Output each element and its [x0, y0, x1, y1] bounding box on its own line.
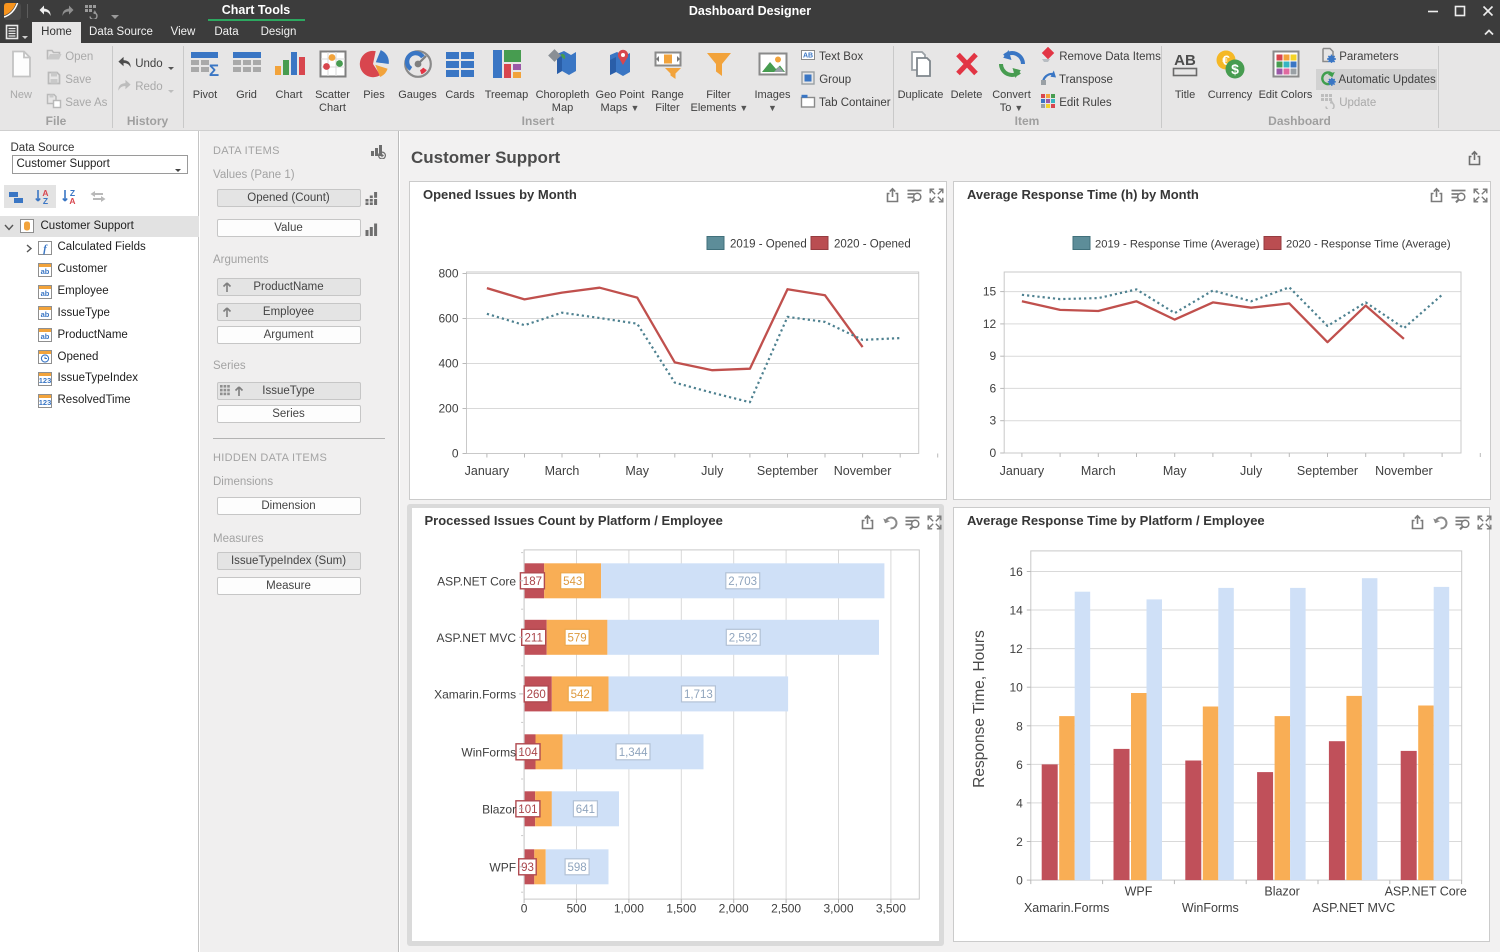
svg-text:ab: ab: [40, 310, 49, 319]
svg-text:211: 211: [524, 632, 542, 644]
svg-text:123: 123: [38, 398, 51, 407]
svg-text:Xamarin.Forms: Xamarin.Forms: [1024, 901, 1109, 915]
svg-text:2020 - Response Time (Average): 2020 - Response Time (Average): [1286, 239, 1451, 251]
svg-text:10: 10: [1009, 681, 1023, 695]
svg-text:0: 0: [452, 447, 459, 461]
svg-text:1,000: 1,000: [613, 902, 643, 916]
svg-text:September: September: [1297, 464, 1358, 478]
svg-text:260: 260: [526, 689, 545, 701]
svg-text:2,500: 2,500: [771, 902, 801, 916]
svg-text:2019 - Opened: 2019 - Opened: [730, 239, 807, 251]
svg-text:Xamarin.Forms: Xamarin.Forms: [434, 687, 516, 701]
svg-text:1,713: 1,713: [684, 689, 713, 701]
svg-text:March: March: [1081, 464, 1116, 478]
svg-text:0: 0: [520, 902, 527, 916]
svg-text:Response Time, Hours: Response Time, Hours: [971, 630, 988, 788]
svg-text:November: November: [1375, 464, 1433, 478]
svg-text:WinForms: WinForms: [1182, 901, 1239, 915]
svg-text:January: January: [465, 464, 510, 478]
svg-text:Blazor: Blazor: [482, 802, 516, 816]
svg-text:2,592: 2,592: [728, 632, 757, 644]
svg-text:July: July: [701, 464, 724, 478]
svg-text:1,500: 1,500: [666, 902, 696, 916]
svg-text:9: 9: [990, 349, 997, 363]
svg-text:123: 123: [38, 376, 51, 385]
svg-text:ASP.NET Core: ASP.NET Core: [1385, 885, 1467, 899]
svg-text:2,703: 2,703: [728, 576, 757, 588]
svg-text:January: January: [1000, 464, 1045, 478]
svg-text:542: 542: [570, 689, 589, 701]
svg-text:598: 598: [567, 862, 586, 874]
svg-text:641: 641: [575, 804, 594, 816]
svg-text:May: May: [625, 464, 649, 478]
svg-text:12: 12: [983, 317, 997, 331]
svg-text:AB: AB: [1174, 52, 1196, 69]
svg-text:187: 187: [522, 576, 541, 588]
svg-text:500: 500: [566, 902, 586, 916]
svg-text:Z: Z: [43, 196, 48, 205]
svg-text:3: 3: [990, 414, 997, 428]
svg-text:543: 543: [563, 576, 582, 588]
svg-text:800: 800: [438, 267, 458, 281]
svg-text:12: 12: [1009, 642, 1023, 656]
svg-text:ASP.NET MVC: ASP.NET MVC: [436, 631, 516, 645]
svg-text:September: September: [757, 464, 818, 478]
svg-text:November: November: [834, 464, 892, 478]
svg-text:6: 6: [990, 381, 997, 395]
svg-text:579: 579: [567, 632, 586, 644]
svg-text:6: 6: [1016, 758, 1023, 772]
svg-text:WPF: WPF: [1125, 885, 1153, 899]
svg-text:93: 93: [521, 862, 534, 874]
svg-text:4: 4: [1016, 796, 1023, 810]
svg-text:400: 400: [438, 357, 458, 371]
svg-text:200: 200: [438, 402, 458, 416]
svg-text:16: 16: [1009, 565, 1023, 579]
svg-text:14: 14: [1009, 604, 1023, 618]
svg-text:ASP.NET MVC: ASP.NET MVC: [1312, 901, 1395, 915]
svg-text:2,000: 2,000: [718, 902, 748, 916]
svg-text:$: $: [1231, 61, 1239, 77]
svg-text:Blazor: Blazor: [1264, 885, 1299, 899]
svg-text:ASP.NET Core: ASP.NET Core: [437, 574, 516, 588]
svg-text:ab: ab: [40, 289, 49, 298]
svg-text:ab: ab: [40, 332, 49, 341]
svg-text:ab: ab: [40, 267, 49, 276]
svg-text:3,000: 3,000: [823, 902, 853, 916]
svg-text:2019 - Response Time (Average): 2019 - Response Time (Average): [1095, 239, 1260, 251]
svg-text:15: 15: [983, 285, 997, 299]
svg-text:1,344: 1,344: [618, 747, 647, 759]
svg-text:104: 104: [518, 747, 538, 759]
svg-text:600: 600: [438, 312, 458, 326]
svg-text:3,500: 3,500: [875, 902, 905, 916]
svg-text:March: March: [545, 464, 580, 478]
svg-text:A: A: [69, 196, 75, 205]
svg-text:WPF: WPF: [489, 860, 516, 874]
svg-text:0: 0: [1016, 874, 1023, 888]
svg-text:May: May: [1163, 464, 1187, 478]
svg-text:2: 2: [1016, 835, 1023, 849]
svg-text:AB: AB: [803, 53, 813, 60]
svg-text:2020 - Opened: 2020 - Opened: [834, 239, 911, 251]
svg-text:8: 8: [1016, 719, 1023, 733]
svg-text:0: 0: [990, 446, 997, 460]
svg-text:101: 101: [518, 804, 537, 816]
svg-text:July: July: [1240, 464, 1263, 478]
svg-text:WinForms: WinForms: [461, 745, 516, 759]
